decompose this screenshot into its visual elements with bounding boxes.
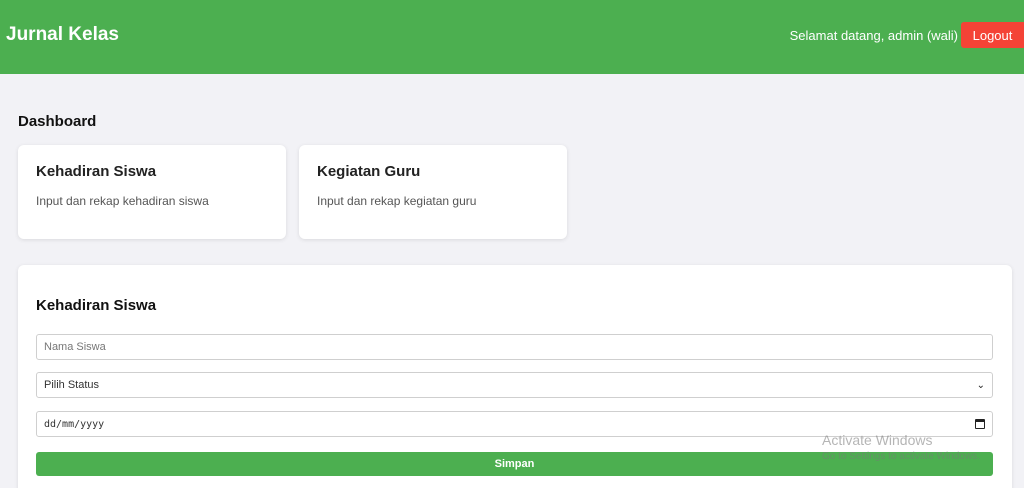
watermark-line-2: Go to Settings to activate Windows. bbox=[822, 451, 980, 462]
card-description: Input dan rekap kegiatan guru bbox=[317, 194, 477, 208]
windows-activation-watermark: Activate Windows Go to Settings to activ… bbox=[822, 432, 980, 462]
logout-button[interactable]: Logout bbox=[961, 22, 1024, 48]
calendar-icon[interactable] bbox=[975, 419, 985, 429]
card-title: Kegiatan Guru bbox=[317, 163, 421, 180]
nama-siswa-placeholder: Nama Siswa bbox=[44, 341, 106, 353]
status-selected-value: Pilih Status bbox=[44, 379, 100, 391]
top-navbar: Jurnal Kelas Selamat datang, admin (wali… bbox=[0, 0, 1024, 74]
page-title: Dashboard bbox=[18, 113, 97, 130]
nama-siswa-input[interactable]: Nama Siswa bbox=[36, 334, 993, 360]
app-brand[interactable]: Jurnal Kelas bbox=[6, 24, 119, 46]
card-description: Input dan rekap kehadiran siswa bbox=[36, 194, 209, 208]
chevron-down-icon: ⌄ bbox=[976, 379, 985, 391]
watermark-line-1: Activate Windows bbox=[822, 432, 933, 448]
card-kegiatan-guru[interactable]: Kegiatan Guru Input dan rekap kegiatan g… bbox=[299, 145, 567, 239]
form-title: Kehadiran Siswa bbox=[36, 297, 157, 314]
date-placeholder: dd/mm/yyyy bbox=[44, 418, 105, 430]
welcome-text: Selamat datang, admin (wali) bbox=[789, 28, 958, 43]
card-title: Kehadiran Siswa bbox=[36, 163, 157, 180]
card-kehadiran-siswa[interactable]: Kehadiran Siswa Input dan rekap kehadira… bbox=[18, 145, 286, 239]
status-select[interactable]: Pilih Status ⌄ bbox=[36, 372, 993, 398]
